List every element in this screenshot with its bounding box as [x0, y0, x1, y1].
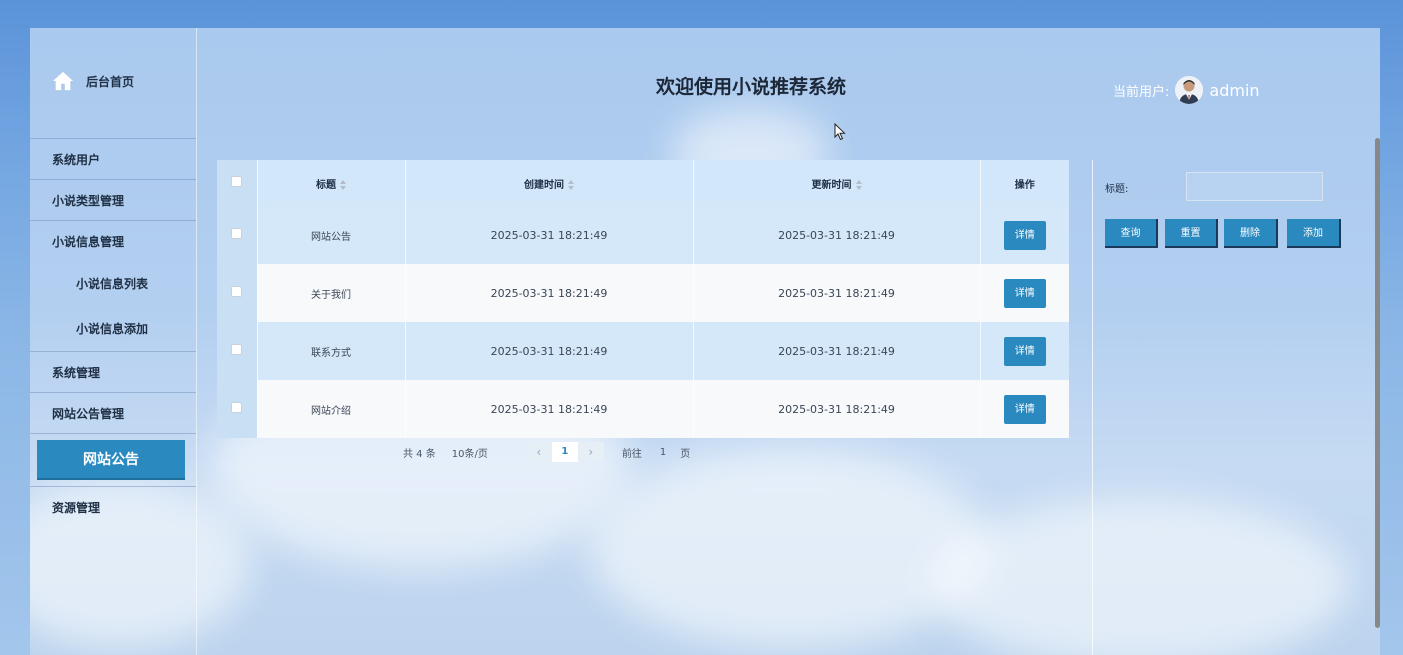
- column-header-created[interactable]: 创建时间: [405, 160, 694, 206]
- home-label: 后台首页: [86, 74, 135, 89]
- row-updated: 2025-03-31 18:21:49: [693, 322, 981, 380]
- row-created: 2025-03-31 18:21:49: [405, 380, 694, 438]
- search-title-label: 标题:: [1105, 184, 1129, 195]
- select-all-cell: [217, 160, 258, 206]
- add-button[interactable]: 添加: [1287, 219, 1341, 248]
- table-header-row: 标题 创建时间 更新时间 操作: [217, 160, 1069, 206]
- sidebar-item-announcement-admin[interactable]: 网站公告管理: [30, 392, 196, 433]
- row-created: 2025-03-31 18:21:49: [405, 264, 694, 322]
- row-created: 2025-03-31 18:21:49: [405, 206, 694, 264]
- sort-icon[interactable]: [855, 179, 862, 190]
- sidebar-nav: 系统用户 小说类型管理 小说信息管理 小说信息列表 小说信息添加 系统管理 网站…: [30, 138, 196, 527]
- search-title-input[interactable]: [1186, 172, 1323, 201]
- cloud-decoration: [590, 448, 990, 648]
- row-title: 关于我们: [257, 264, 406, 322]
- row-checkbox[interactable]: [231, 228, 243, 239]
- home-icon: [52, 71, 74, 91]
- row-updated: 2025-03-31 18:21:49: [693, 206, 981, 264]
- reset-button[interactable]: 重置: [1165, 219, 1218, 248]
- column-header-title[interactable]: 标题: [257, 160, 406, 206]
- sidebar: 后台首页 系统用户 小说类型管理 小说信息管理 小说信息列表 小说信息添加 系统…: [30, 28, 197, 655]
- delete-button[interactable]: 删除: [1224, 219, 1278, 248]
- action-buttons: 查询 重置 删除 添加: [1105, 219, 1341, 248]
- row-actions: 详情: [980, 380, 1069, 438]
- announcement-table: 标题 创建时间 更新时间 操作 网站公告 2025-03-31 18:21:49…: [217, 160, 1069, 438]
- row-title: 网站公告: [257, 206, 406, 264]
- table-row: 网站公告 2025-03-31 18:21:49 2025-03-31 18:2…: [217, 206, 1069, 264]
- row-updated: 2025-03-31 18:21:49: [693, 264, 981, 322]
- column-header-updated[interactable]: 更新时间: [693, 160, 981, 206]
- current-user-name: admin: [1209, 80, 1260, 100]
- scrollbar[interactable]: [1375, 138, 1380, 628]
- query-button[interactable]: 查询: [1105, 219, 1158, 248]
- sidebar-active-wrap: 网站公告: [30, 433, 196, 486]
- avatar[interactable]: [1175, 76, 1204, 104]
- page-number-current[interactable]: 1: [551, 442, 578, 462]
- sort-icon[interactable]: [568, 179, 574, 190]
- sidebar-item-resources[interactable]: 资源管理: [30, 486, 196, 527]
- row-actions: 详情: [980, 322, 1069, 380]
- row-actions: 详情: [980, 206, 1069, 264]
- mouse-cursor-icon: [834, 123, 846, 141]
- row-select-cell: [217, 322, 258, 380]
- row-created: 2025-03-31 18:21:49: [405, 322, 694, 380]
- pagination-total: 共 4 条: [403, 448, 436, 460]
- current-user-label: 当前用户:: [1113, 84, 1170, 100]
- goto-suffix: 页: [680, 448, 691, 460]
- detail-button[interactable]: 详情: [1003, 336, 1046, 366]
- table-row: 联系方式 2025-03-31 18:21:49 2025-03-31 18:2…: [217, 322, 1069, 380]
- row-title: 联系方式: [257, 322, 406, 380]
- sidebar-item-novel-types[interactable]: 小说类型管理: [30, 179, 196, 220]
- sidebar-item-novel-list[interactable]: 小说信息列表: [30, 261, 196, 306]
- prev-page-button[interactable]: ‹: [525, 442, 552, 462]
- cloud-decoration: [930, 498, 1350, 655]
- detail-button[interactable]: 详情: [1003, 278, 1046, 308]
- row-title: 网站介绍: [257, 380, 406, 438]
- table-row: 关于我们 2025-03-31 18:21:49 2025-03-31 18:2…: [217, 264, 1069, 322]
- main-frame: 后台首页 系统用户 小说类型管理 小说信息管理 小说信息列表 小说信息添加 系统…: [30, 28, 1380, 655]
- current-user: 当前用户: admin: [1113, 76, 1260, 104]
- goto-page-input[interactable]: 1: [660, 447, 666, 458]
- sidebar-item-system-admin[interactable]: 系统管理: [30, 351, 196, 392]
- page-size-select[interactable]: 10条/页: [452, 445, 488, 460]
- sidebar-item-announcement[interactable]: 网站公告: [37, 440, 185, 480]
- next-page-button[interactable]: ›: [577, 442, 604, 462]
- goto-prefix: 前往: [621, 448, 642, 460]
- column-header-actions: 操作: [980, 160, 1069, 206]
- pagination: 共 4 条 10条/页 ‹ 1 › 前往 1 页: [403, 442, 690, 462]
- table-row: 网站介绍 2025-03-31 18:21:49 2025-03-31 18:2…: [217, 380, 1069, 438]
- detail-button[interactable]: 详情: [1003, 220, 1046, 250]
- row-checkbox[interactable]: [231, 344, 243, 355]
- sort-icon[interactable]: [340, 179, 346, 190]
- row-select-cell: [217, 206, 258, 264]
- row-updated: 2025-03-31 18:21:49: [693, 380, 981, 438]
- row-select-cell: [217, 264, 258, 322]
- user-avatar-icon: [1175, 76, 1204, 104]
- row-actions: 详情: [980, 264, 1069, 322]
- row-checkbox[interactable]: [231, 402, 243, 413]
- row-checkbox[interactable]: [231, 286, 243, 297]
- sidebar-item-novel-add[interactable]: 小说信息添加: [30, 306, 196, 351]
- sidebar-item-system-users[interactable]: 系统用户: [30, 138, 196, 179]
- row-select-cell: [217, 380, 258, 438]
- select-all-checkbox[interactable]: [231, 176, 243, 187]
- sidebar-item-novel-info[interactable]: 小说信息管理: [30, 220, 196, 261]
- panel-divider: [1092, 160, 1093, 655]
- detail-button[interactable]: 详情: [1003, 394, 1046, 424]
- sidebar-home-link[interactable]: 后台首页: [52, 70, 134, 92]
